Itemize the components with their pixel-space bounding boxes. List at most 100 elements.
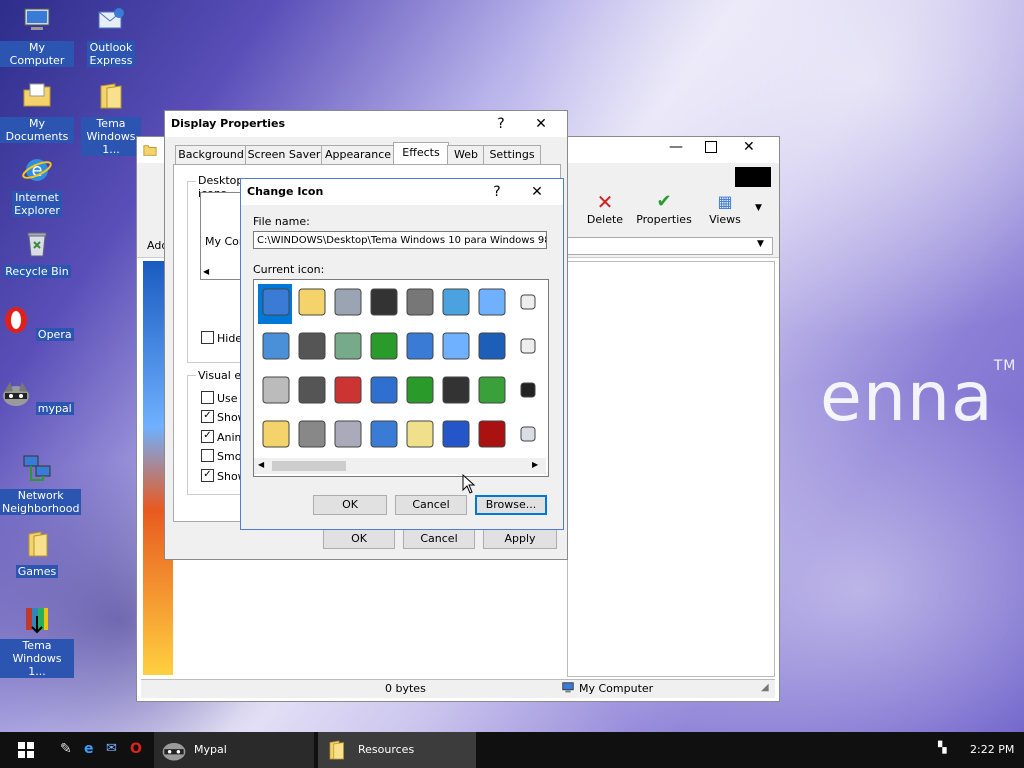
browse-button[interactable]: Browse... [475, 495, 547, 515]
network-drive-icon[interactable] [332, 330, 364, 362]
network-printer-icon[interactable] [440, 286, 472, 318]
scroll-thumb[interactable] [272, 461, 346, 471]
network-icon[interactable] [368, 330, 400, 362]
scroll-left-icon[interactable]: ◀ [258, 460, 264, 469]
windows-icon[interactable] [368, 374, 400, 406]
shortcut-icon[interactable] [512, 330, 544, 362]
folder-icon[interactable] [260, 418, 292, 450]
scroll-right-icon[interactable]: ▶ [532, 460, 538, 469]
close-icon[interactable]: ✕ [743, 139, 755, 155]
disconnected-drive-icon[interactable] [332, 374, 364, 406]
quicklaunch-desktop-icon[interactable]: ✎ [60, 741, 72, 757]
disk-drive-icon[interactable] [296, 330, 328, 362]
views-button[interactable]: ▦ Views [703, 191, 747, 226]
effect-checkbox[interactable] [201, 391, 214, 404]
recycle-bin-icon[interactable] [512, 418, 544, 450]
drive-icon[interactable] [332, 286, 364, 318]
desktop-icon-my-computer[interactable]: My Computer [0, 4, 74, 67]
cancel-button[interactable]: Cancel [395, 495, 467, 515]
desktop-icon-games[interactable]: Games [0, 528, 74, 578]
file-name-input[interactable]: C:\WINDOWS\Desktop\Tema Windows 10 para … [253, 231, 547, 249]
effect-checkbox[interactable]: ✓ [201, 469, 214, 482]
explorer-statusbar: 0 bytes My Computer ◢ [141, 679, 775, 698]
maximize-icon[interactable] [705, 141, 717, 153]
tab-appearance[interactable]: Appearance [321, 145, 395, 164]
window-icon[interactable] [440, 330, 472, 362]
cd-drive-icon[interactable] [332, 418, 364, 450]
tab-background[interactable]: Background [175, 145, 247, 164]
effect-checkbox[interactable] [201, 449, 214, 462]
taskbar-item-resources[interactable]: Resources [318, 732, 476, 768]
close-icon[interactable]: ✕ [521, 111, 561, 137]
effect-checkbox[interactable]: ✓ [201, 410, 214, 423]
drive-icon[interactable] [296, 418, 328, 450]
quicklaunch-opera-icon[interactable]: O [130, 741, 142, 757]
start-button[interactable] [0, 732, 52, 768]
tab-settings[interactable]: Settings [483, 145, 541, 164]
quicklaunch-ie-icon[interactable]: e [84, 741, 94, 757]
scroll-left-icon[interactable]: ◀ [203, 267, 209, 276]
notepad-icon[interactable] [404, 418, 436, 450]
display-icon[interactable] [476, 286, 508, 318]
clock-icon[interactable] [512, 374, 544, 406]
quicklaunch-mail-icon[interactable]: ✉ [106, 741, 117, 756]
cancel-button[interactable]: Cancel [403, 529, 475, 549]
tab-effects[interactable]: Effects [393, 142, 449, 165]
help-icon[interactable] [440, 418, 472, 450]
taskbar-item-mypal[interactable]: Mypal [154, 732, 314, 768]
explorer-content [567, 261, 775, 677]
desktop-icon-tema-archive[interactable]: Tema Windows 1... [0, 602, 74, 678]
help-icon[interactable]: ? [477, 179, 517, 205]
help-icon[interactable]: ? [481, 111, 521, 137]
tray-language-icon[interactable]: ▚ [938, 741, 946, 754]
close-icon[interactable]: ✕ [517, 179, 557, 205]
delete-button[interactable]: ✕ Delete [583, 191, 627, 226]
desktop-icon-opera[interactable]: Opera [0, 304, 74, 341]
power-icon[interactable] [476, 418, 508, 450]
display-properties-titlebar[interactable]: Display Properties ? ✕ [165, 111, 567, 137]
tray-clock[interactable]: 2:22 PM [970, 743, 1014, 756]
properties-button[interactable]: ✔ Properties [631, 191, 697, 226]
floppy-icon[interactable] [296, 374, 328, 406]
recycle-bin-icon [27, 232, 47, 257]
network-computer-icon[interactable] [404, 330, 436, 362]
computer-icon[interactable] [368, 418, 400, 450]
desktop-icon-recycle-bin[interactable]: Recycle Bin [0, 228, 74, 278]
document-icon[interactable] [260, 286, 292, 318]
desktop-icon-outlook-express[interactable]: Outlook Express [74, 4, 148, 67]
delete-icon: ✕ [596, 190, 614, 214]
desktop-icon-internet-explorer[interactable]: e Internet Explorer [0, 154, 74, 217]
address-dropdown-icon[interactable]: ▼ [757, 239, 764, 249]
desktop-icon-my-documents[interactable]: My Documents [0, 80, 74, 143]
computer-icon [24, 8, 50, 30]
desktop-icon-mypal[interactable]: mypal [0, 378, 74, 415]
desktop-icon-network-neighborhood[interactable]: Network Neighborhood [0, 452, 82, 515]
icon-list[interactable]: ◀ ▶ [253, 279, 549, 477]
dialog-icon[interactable] [260, 374, 292, 406]
change-icon-dialog[interactable]: Change Icon ? ✕ File name: C:\WINDOWS\De… [240, 178, 564, 530]
monitor-icon[interactable] [476, 330, 508, 362]
tab-screen-saver[interactable]: Screen Saver [245, 145, 323, 164]
icon-list-hscroll[interactable]: ◀ ▶ [254, 458, 546, 474]
image-icon[interactable] [260, 330, 292, 362]
network-icon [23, 455, 51, 481]
globe-icon[interactable] [404, 374, 436, 406]
folder-icon[interactable] [296, 286, 328, 318]
minimize-icon[interactable]: — [669, 139, 683, 155]
binoculars-icon[interactable] [440, 374, 472, 406]
views-dropdown-icon[interactable]: ▼ [755, 203, 762, 213]
resize-grip-icon[interactable]: ◢ [761, 682, 769, 693]
effect-checkbox[interactable]: ✓ [201, 430, 214, 443]
change-icon-titlebar[interactable]: Change Icon ? ✕ [241, 179, 563, 205]
chip-icon[interactable] [368, 286, 400, 318]
ok-button[interactable]: OK [313, 495, 387, 515]
tab-web[interactable]: Web [447, 145, 485, 164]
printer-icon[interactable] [404, 286, 436, 318]
arrow-icon[interactable] [476, 374, 508, 406]
ok-button[interactable]: OK [323, 529, 395, 549]
address-input[interactable] [565, 237, 773, 255]
shortcut-icon[interactable] [512, 286, 544, 318]
status-size: 0 bytes [385, 682, 426, 695]
apply-button[interactable]: Apply [483, 529, 557, 549]
hide-icons-checkbox[interactable] [201, 331, 214, 344]
